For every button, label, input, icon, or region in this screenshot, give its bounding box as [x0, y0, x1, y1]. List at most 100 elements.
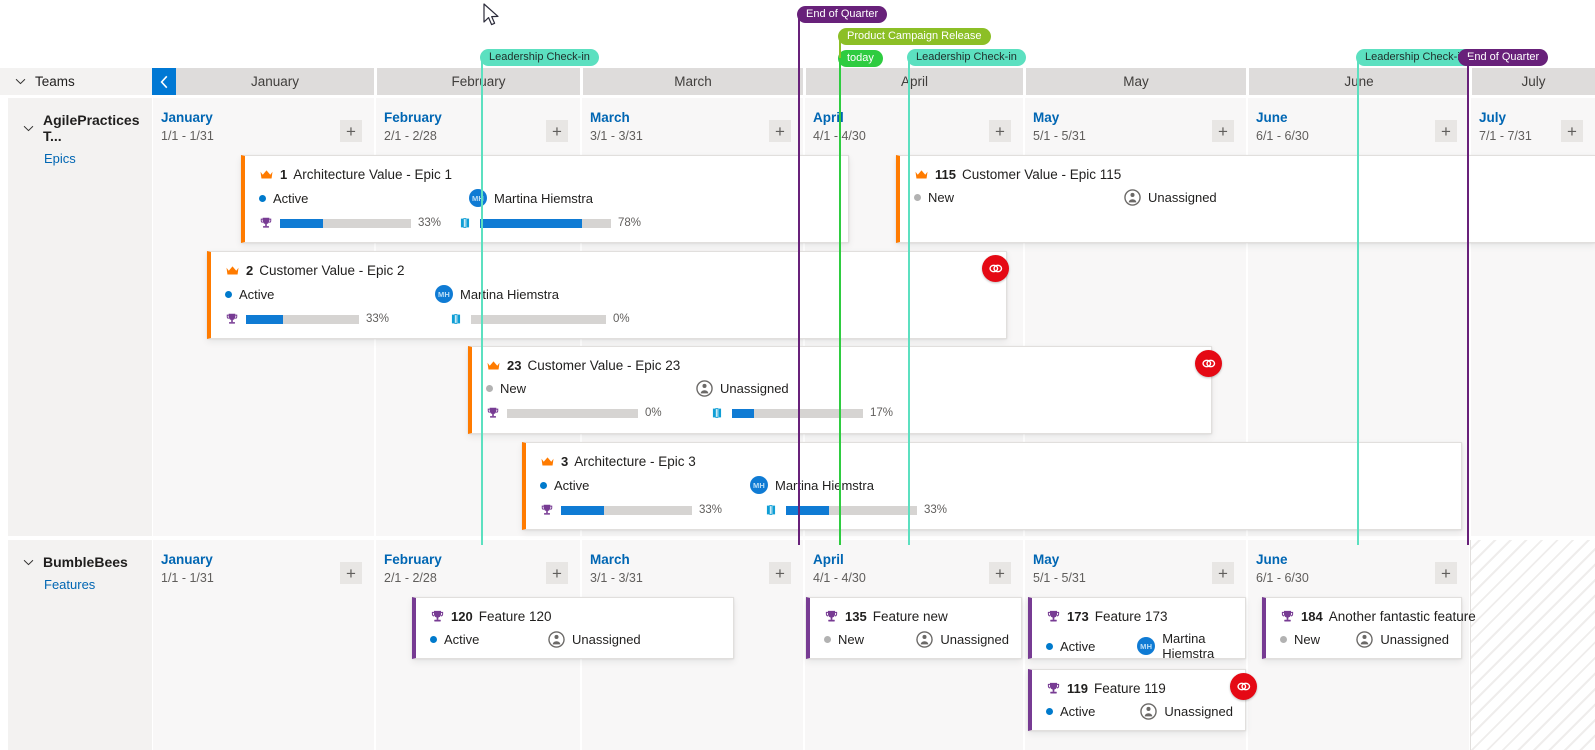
add-item-button[interactable]: + [1561, 120, 1583, 142]
assignee-name: Unassigned [572, 632, 641, 647]
work-item-id: 1 [280, 167, 287, 182]
crown-icon [914, 167, 929, 182]
dependency-link-badge[interactable] [1195, 350, 1222, 377]
trophy-icon [1280, 609, 1295, 624]
progress-bar-fill [246, 315, 283, 324]
progress-bar-fill [280, 219, 323, 228]
month-header-cell[interactable]: May [1026, 68, 1246, 95]
crown-icon [540, 454, 555, 469]
state-dot-icon [540, 482, 547, 489]
scroll-left-button[interactable] [152, 68, 176, 95]
timeline-marker-line [908, 57, 910, 545]
add-item-button[interactable]: + [769, 120, 791, 142]
delivery-plan-timeline: Leadership Check-in End of Quarter Product… [0, 0, 1595, 750]
progress-bar-fill [561, 506, 604, 515]
month-header-label: May [1123, 74, 1149, 89]
feature-card[interactable]: 119Feature 119ActiveUnassigned [1028, 669, 1246, 731]
feature-card[interactable]: 173Feature 173ActiveMHMartina Hiemstra [1028, 597, 1246, 659]
add-item-button[interactable]: + [546, 562, 568, 584]
avatar: MH [435, 285, 453, 303]
progress-percent-label: 33% [418, 217, 441, 229]
add-item-button[interactable]: + [989, 120, 1011, 142]
teams-column-header[interactable]: Teams [0, 68, 152, 95]
trophy-icon [824, 609, 839, 624]
feature-card[interactable]: 135Feature newNewUnassigned [806, 597, 1022, 659]
progress-percent-label: 78% [618, 217, 641, 229]
feature-card[interactable]: 184Another fantastic featureNewUnassigne… [1262, 597, 1462, 659]
unassigned-avatar-icon [916, 631, 933, 648]
progress-percent-label: 33% [924, 504, 947, 516]
timeline-marker-line [839, 58, 841, 545]
trophy-icon [259, 216, 273, 230]
work-item-state: Active [554, 478, 589, 493]
backlog-level-link[interactable]: Features [44, 577, 152, 592]
add-item-button[interactable]: + [1212, 120, 1234, 142]
add-item-button[interactable]: + [340, 120, 362, 142]
add-item-button[interactable]: + [769, 562, 791, 584]
crown-icon [225, 263, 240, 278]
work-item-id: 2 [246, 263, 253, 278]
work-item-title: Feature new [873, 609, 948, 624]
teams-header-label: Teams [35, 74, 75, 89]
month-header-cell[interactable]: July [1472, 68, 1595, 95]
month-column: January1/1 - 1/31+ [152, 540, 374, 750]
month-header-cell[interactable]: March [583, 68, 803, 95]
unassigned-avatar-icon [1124, 189, 1141, 206]
feature-card[interactable]: 120 Feature 120Active Unassigned [412, 597, 734, 659]
team-label: BumbleBeesFeatures [8, 540, 152, 750]
add-item-button[interactable]: + [340, 562, 362, 584]
timeline-marker-badge[interactable]: today [838, 50, 883, 67]
epic-card[interactable]: 2Customer Value - Epic 2ActiveMHMartina … [207, 251, 1007, 339]
link-icon [1236, 679, 1251, 694]
books-icon [765, 503, 779, 517]
work-item-id: 120 [451, 609, 473, 624]
avatar: MH [1137, 637, 1155, 655]
month-header-cell[interactable]: February [377, 68, 580, 95]
progress-percent-label: 33% [366, 313, 389, 325]
assignee-name: Martina Hiemstra [460, 287, 559, 302]
trophy-icon [1046, 681, 1061, 696]
backlog-level-link[interactable]: Epics [44, 151, 152, 166]
chevron-down-icon[interactable] [22, 556, 35, 569]
state-dot-icon [225, 291, 232, 298]
add-item-button[interactable]: + [989, 562, 1011, 584]
work-item-state: Active [444, 632, 479, 647]
add-item-button[interactable]: + [1212, 562, 1234, 584]
work-item-id: 23 [507, 358, 521, 373]
epic-card[interactable]: 115Customer Value - Epic 115NewUnassigne… [896, 155, 1595, 243]
chevron-down-icon[interactable] [22, 122, 35, 135]
state-dot-icon [1280, 636, 1287, 643]
month-header-cell[interactable]: January [176, 68, 374, 95]
work-item-id: 119 [1067, 681, 1088, 696]
timeline-marker-badge[interactable]: Leadership Check-in [907, 49, 1026, 66]
link-icon [988, 261, 1003, 276]
timeline-marker-badge[interactable]: Product Campaign Release [838, 28, 991, 45]
team-label: AgilePractices T...Epics [8, 98, 152, 536]
timeline-marker-badge[interactable]: Leadership Check-in [480, 49, 599, 66]
progress-bar [507, 409, 638, 418]
month-header-label: June [1344, 74, 1373, 89]
work-item-title: Customer Value - Epic 115 [962, 167, 1121, 182]
work-item-title: Feature 120 [479, 609, 552, 624]
timeline-marker-badge[interactable]: End of Quarter [1458, 49, 1548, 66]
state-dot-icon [486, 385, 493, 392]
epic-card[interactable]: 3Architecture - Epic 3ActiveMHMartina Hi… [522, 442, 1462, 530]
dependency-link-badge[interactable] [982, 255, 1009, 282]
avatar: MH [469, 189, 487, 207]
progress-bar [471, 315, 606, 324]
trophy-icon [225, 312, 239, 326]
month-header-label: March [674, 74, 712, 89]
add-item-button[interactable]: + [546, 120, 568, 142]
state-dot-icon [1046, 643, 1053, 650]
work-item-state: Active [273, 191, 308, 206]
add-item-button[interactable]: + [1435, 562, 1457, 584]
month-header-cell[interactable]: June [1249, 68, 1469, 95]
dependency-link-badge[interactable] [1230, 673, 1257, 700]
epic-card[interactable]: 1Architecture Value - Epic 1ActiveMHMart… [241, 155, 849, 243]
work-item-title: Customer Value - Epic 2 [259, 263, 404, 278]
timeline-marker-badge[interactable]: End of Quarter [797, 6, 887, 23]
add-item-button[interactable]: + [1435, 120, 1457, 142]
work-item-id: 115 [935, 167, 956, 182]
assignee-name: Unassigned [1164, 704, 1233, 719]
state-dot-icon [824, 636, 831, 643]
